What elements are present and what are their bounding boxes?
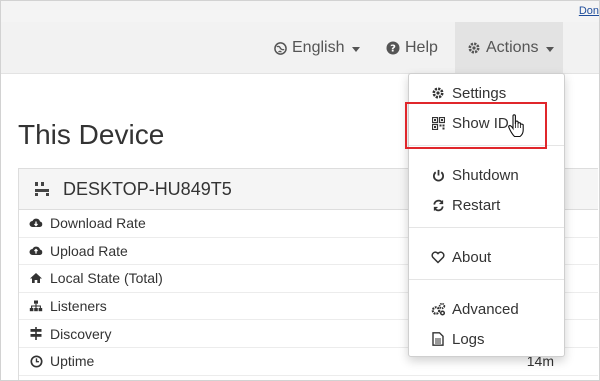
navbar: English ? Help Actions xyxy=(1,22,599,74)
gear-icon xyxy=(430,86,446,100)
stat-label: Listeners xyxy=(50,298,107,315)
menu-item-restart[interactable]: Restart xyxy=(409,191,564,219)
power-icon xyxy=(430,169,446,182)
cloud-download-icon xyxy=(28,217,44,229)
language-label: English xyxy=(292,39,345,56)
help-label: Help xyxy=(405,39,438,56)
question-circle-icon: ? xyxy=(386,41,400,55)
stat-label: Discovery xyxy=(50,325,112,342)
menu-item-label: Restart xyxy=(452,196,501,214)
menu-item-label: Advanced xyxy=(452,300,519,318)
home-icon xyxy=(28,272,44,284)
refresh-icon xyxy=(430,199,446,212)
top-strip: Don xyxy=(1,1,599,22)
app-window: Don English ? Help Actions This Device D… xyxy=(1,1,599,380)
menu-item-shutdown[interactable]: Shutdown xyxy=(409,161,564,189)
menu-item-advanced[interactable]: Advanced xyxy=(409,295,564,323)
language-dropdown[interactable]: English xyxy=(274,22,361,74)
actions-label: Actions xyxy=(486,39,539,56)
stat-label: Uptime xyxy=(50,353,95,370)
menu-item-logs[interactable]: Logs xyxy=(409,325,564,353)
svg-text:?: ? xyxy=(390,44,396,55)
stat-label: Download Rate xyxy=(50,215,146,232)
stat-label: Upload Rate xyxy=(50,242,128,259)
menu-divider xyxy=(409,279,564,280)
file-text-icon xyxy=(430,332,446,346)
globe-icon xyxy=(274,41,287,55)
cogs-icon xyxy=(430,302,446,316)
page-title: This Device xyxy=(18,119,165,150)
help-button[interactable]: ? Help xyxy=(386,22,438,74)
actions-dropdown[interactable]: Actions xyxy=(455,22,563,74)
device-icon xyxy=(33,180,51,198)
menu-item-label: Logs xyxy=(452,330,485,348)
menu-item-label: Shutdown xyxy=(452,166,519,184)
clock-icon xyxy=(28,355,44,368)
stat-label: Local State (Total) xyxy=(50,270,163,287)
menu-divider xyxy=(409,227,564,228)
cloud-upload-icon xyxy=(28,245,44,257)
menu-item-label: About xyxy=(452,248,492,266)
heart-icon xyxy=(430,250,446,264)
donate-link[interactable]: Don xyxy=(579,5,599,17)
menu-item-about[interactable]: About xyxy=(409,243,564,271)
chevron-down-icon xyxy=(546,46,555,52)
signpost-icon xyxy=(28,327,44,341)
chevron-down-icon xyxy=(352,46,361,52)
gear-icon xyxy=(467,41,481,55)
sitemap-icon xyxy=(28,300,44,312)
hand-cursor-icon xyxy=(507,114,527,143)
device-name: DESKTOP-HU849T5 xyxy=(63,178,232,199)
menu-item-label: Settings xyxy=(452,84,507,102)
